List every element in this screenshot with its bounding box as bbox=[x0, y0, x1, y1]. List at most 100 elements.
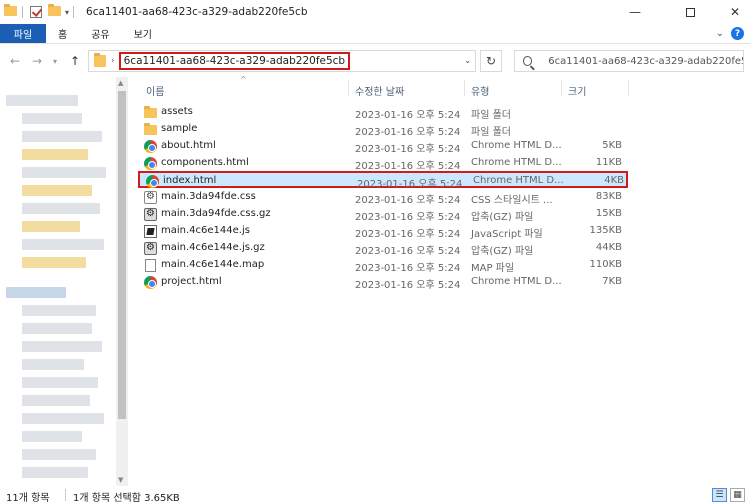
nav-item[interactable] bbox=[22, 149, 88, 160]
column-divider[interactable] bbox=[464, 80, 465, 96]
tab-file[interactable]: 파일 bbox=[0, 24, 46, 43]
table-row[interactable]: project.html 2023-01-16 오후 5:24 Chrome HTM… bbox=[138, 274, 628, 291]
nav-item[interactable] bbox=[22, 395, 90, 406]
nav-item[interactable] bbox=[22, 167, 106, 178]
table-row[interactable]: main.3da94fde.css 2023-01-16 오후 5:24 CSS 스… bbox=[138, 189, 628, 206]
column-divider[interactable] bbox=[561, 80, 562, 96]
details-view-button[interactable]: ☰ bbox=[712, 488, 727, 502]
column-header-name[interactable]: 이름 bbox=[146, 83, 164, 98]
column-divider[interactable] bbox=[628, 80, 629, 96]
file-type: 파일 폴더 bbox=[471, 110, 511, 121]
nav-item[interactable] bbox=[22, 305, 96, 316]
table-row[interactable]: sample 2023-01-16 오후 5:24 파일 폴더 bbox=[138, 121, 628, 138]
file-modified: 2023-01-16 오후 5:24 bbox=[355, 280, 461, 291]
file-list: ^ 이름 수정한 날짜 유형 크기 assets 2023-01-16 오후 5:… bbox=[138, 75, 750, 486]
tab-share[interactable]: 공유 bbox=[79, 24, 121, 43]
nav-item[interactable] bbox=[22, 359, 84, 370]
address-dropdown-icon[interactable]: ⌄ bbox=[464, 56, 471, 65]
tab-home[interactable]: 홈 bbox=[46, 24, 79, 43]
file-type: 압축(GZ) 파일 bbox=[471, 212, 534, 223]
help-icon[interactable]: ? bbox=[731, 27, 744, 40]
nav-item[interactable] bbox=[22, 257, 86, 268]
tab-view[interactable]: 보기 bbox=[122, 24, 164, 43]
column-header-type[interactable]: 유형 bbox=[471, 83, 489, 98]
folder-icon bbox=[144, 106, 157, 118]
nav-item[interactable] bbox=[22, 377, 98, 388]
search-box[interactable]: 6ca11401-aa68-423c-a329-adab220fe5c... bbox=[514, 50, 744, 72]
item-count: 11개 항목 bbox=[6, 493, 50, 504]
file-name: main.3da94fde.css.gz bbox=[161, 208, 271, 219]
nav-item[interactable] bbox=[6, 287, 66, 298]
table-row[interactable]: main.4c6e144e.map 2023-01-16 오후 5:24 MAP 파… bbox=[138, 257, 628, 274]
file-modified: 2023-01-16 오후 5:24 bbox=[355, 263, 461, 274]
nav-item[interactable] bbox=[22, 185, 92, 196]
file-size: 15KB bbox=[595, 208, 622, 219]
table-row[interactable]: assets 2023-01-16 오후 5:24 파일 폴더 bbox=[138, 104, 628, 121]
nav-item[interactable] bbox=[22, 449, 96, 460]
table-row[interactable]: components.html 2023-01-16 오후 5:24 Chrome … bbox=[138, 155, 628, 172]
status-separator bbox=[65, 489, 66, 501]
nav-item[interactable] bbox=[6, 95, 78, 106]
file-type: CSS 스타일시트 ... bbox=[471, 195, 553, 206]
nav-item[interactable] bbox=[22, 239, 104, 250]
column-header-modified[interactable]: 수정한 날짜 bbox=[355, 83, 404, 98]
nav-item[interactable] bbox=[22, 203, 100, 214]
file-name: main.4c6e144e.js bbox=[161, 225, 250, 236]
quick-access-dropdown-icon[interactable]: ▾ bbox=[65, 8, 69, 17]
close-button[interactable]: ✕ bbox=[712, 0, 750, 24]
new-folder-icon[interactable] bbox=[48, 3, 61, 19]
minimize-button[interactable]: — bbox=[612, 0, 658, 24]
scroll-up-icon[interactable]: ▲ bbox=[118, 79, 123, 87]
nav-item[interactable] bbox=[22, 323, 92, 334]
file-type: 압축(GZ) 파일 bbox=[471, 246, 534, 257]
address-bar[interactable]: › 6ca11401-aa68-423c-a329-adab220fe5cb ⌄ bbox=[88, 50, 476, 72]
back-button[interactable]: ← bbox=[10, 54, 20, 68]
up-button[interactable]: ↑ bbox=[70, 54, 80, 68]
table-row[interactable]: main.4c6e144e.js.gz 2023-01-16 오후 5:24 압축(… bbox=[138, 240, 628, 257]
nav-item[interactable] bbox=[22, 431, 82, 442]
forward-button[interactable]: → bbox=[32, 54, 42, 68]
file-type: Chrome HTML D... bbox=[471, 140, 562, 151]
file-type: Chrome HTML D... bbox=[471, 157, 562, 168]
table-row[interactable]: about.html 2023-01-16 오후 5:24 Chrome HTML … bbox=[138, 138, 628, 155]
breadcrumb-current-folder[interactable]: 6ca11401-aa68-423c-a329-adab220fe5cb bbox=[118, 52, 351, 70]
recent-locations-dropdown-icon[interactable]: ▾ bbox=[53, 57, 57, 66]
folder-icon bbox=[144, 123, 157, 135]
file-modified: 2023-01-16 오후 5:24 bbox=[355, 212, 461, 223]
nav-item[interactable] bbox=[22, 131, 102, 142]
navigation-pane[interactable] bbox=[0, 77, 128, 486]
large-icons-view-button[interactable]: ▦ bbox=[730, 488, 745, 502]
properties-icon[interactable] bbox=[30, 6, 42, 18]
column-divider[interactable] bbox=[348, 80, 349, 96]
chrome-icon bbox=[146, 175, 159, 188]
column-header-size[interactable]: 크기 bbox=[568, 83, 586, 98]
file-type: MAP 파일 bbox=[471, 263, 515, 274]
nav-item[interactable] bbox=[22, 221, 80, 232]
file-size: 11KB bbox=[595, 157, 622, 168]
zip-icon bbox=[144, 208, 157, 221]
selection-info: 1개 항목 선택함 3.65KB bbox=[73, 493, 180, 504]
navigation-scrollbar[interactable]: ▲ ▼ bbox=[116, 77, 128, 486]
search-input[interactable]: 6ca11401-aa68-423c-a329-adab220fe5c... bbox=[548, 56, 743, 67]
file-modified: 2023-01-16 오후 5:24 bbox=[355, 229, 461, 240]
scrollbar-thumb[interactable] bbox=[118, 91, 126, 419]
ribbon-expand-icon[interactable]: ⌄ bbox=[716, 28, 724, 39]
folder-icon bbox=[4, 4, 18, 18]
refresh-button[interactable]: ↻ bbox=[480, 50, 502, 72]
nav-item[interactable] bbox=[22, 341, 102, 352]
nav-item[interactable] bbox=[22, 413, 104, 424]
maximize-button[interactable] bbox=[667, 0, 713, 24]
nav-item[interactable] bbox=[22, 113, 82, 124]
table-row[interactable]: main.3da94fde.css.gz 2023-01-16 오후 5:24 압축… bbox=[138, 206, 628, 223]
file-type: JavaScript 파일 bbox=[471, 229, 543, 240]
column-header-row: ^ 이름 수정한 날짜 유형 크기 bbox=[138, 75, 750, 99]
file-modified: 2023-01-16 오후 5:24 bbox=[355, 144, 461, 155]
scroll-down-icon[interactable]: ▼ bbox=[118, 476, 123, 484]
nav-item[interactable] bbox=[22, 467, 88, 478]
file-modified: 2023-01-16 오후 5:24 bbox=[355, 195, 461, 206]
table-row[interactable]: main.4c6e144e.js 2023-01-16 오후 5:24 JavaSc… bbox=[138, 223, 628, 240]
table-row-selected[interactable]: index.html 2023-01-16 오후 5:24 Chrome HTML … bbox=[138, 171, 628, 190]
maximize-icon bbox=[685, 7, 695, 17]
file-name: about.html bbox=[161, 140, 216, 151]
breadcrumb-chevron-icon[interactable]: › bbox=[111, 56, 115, 66]
